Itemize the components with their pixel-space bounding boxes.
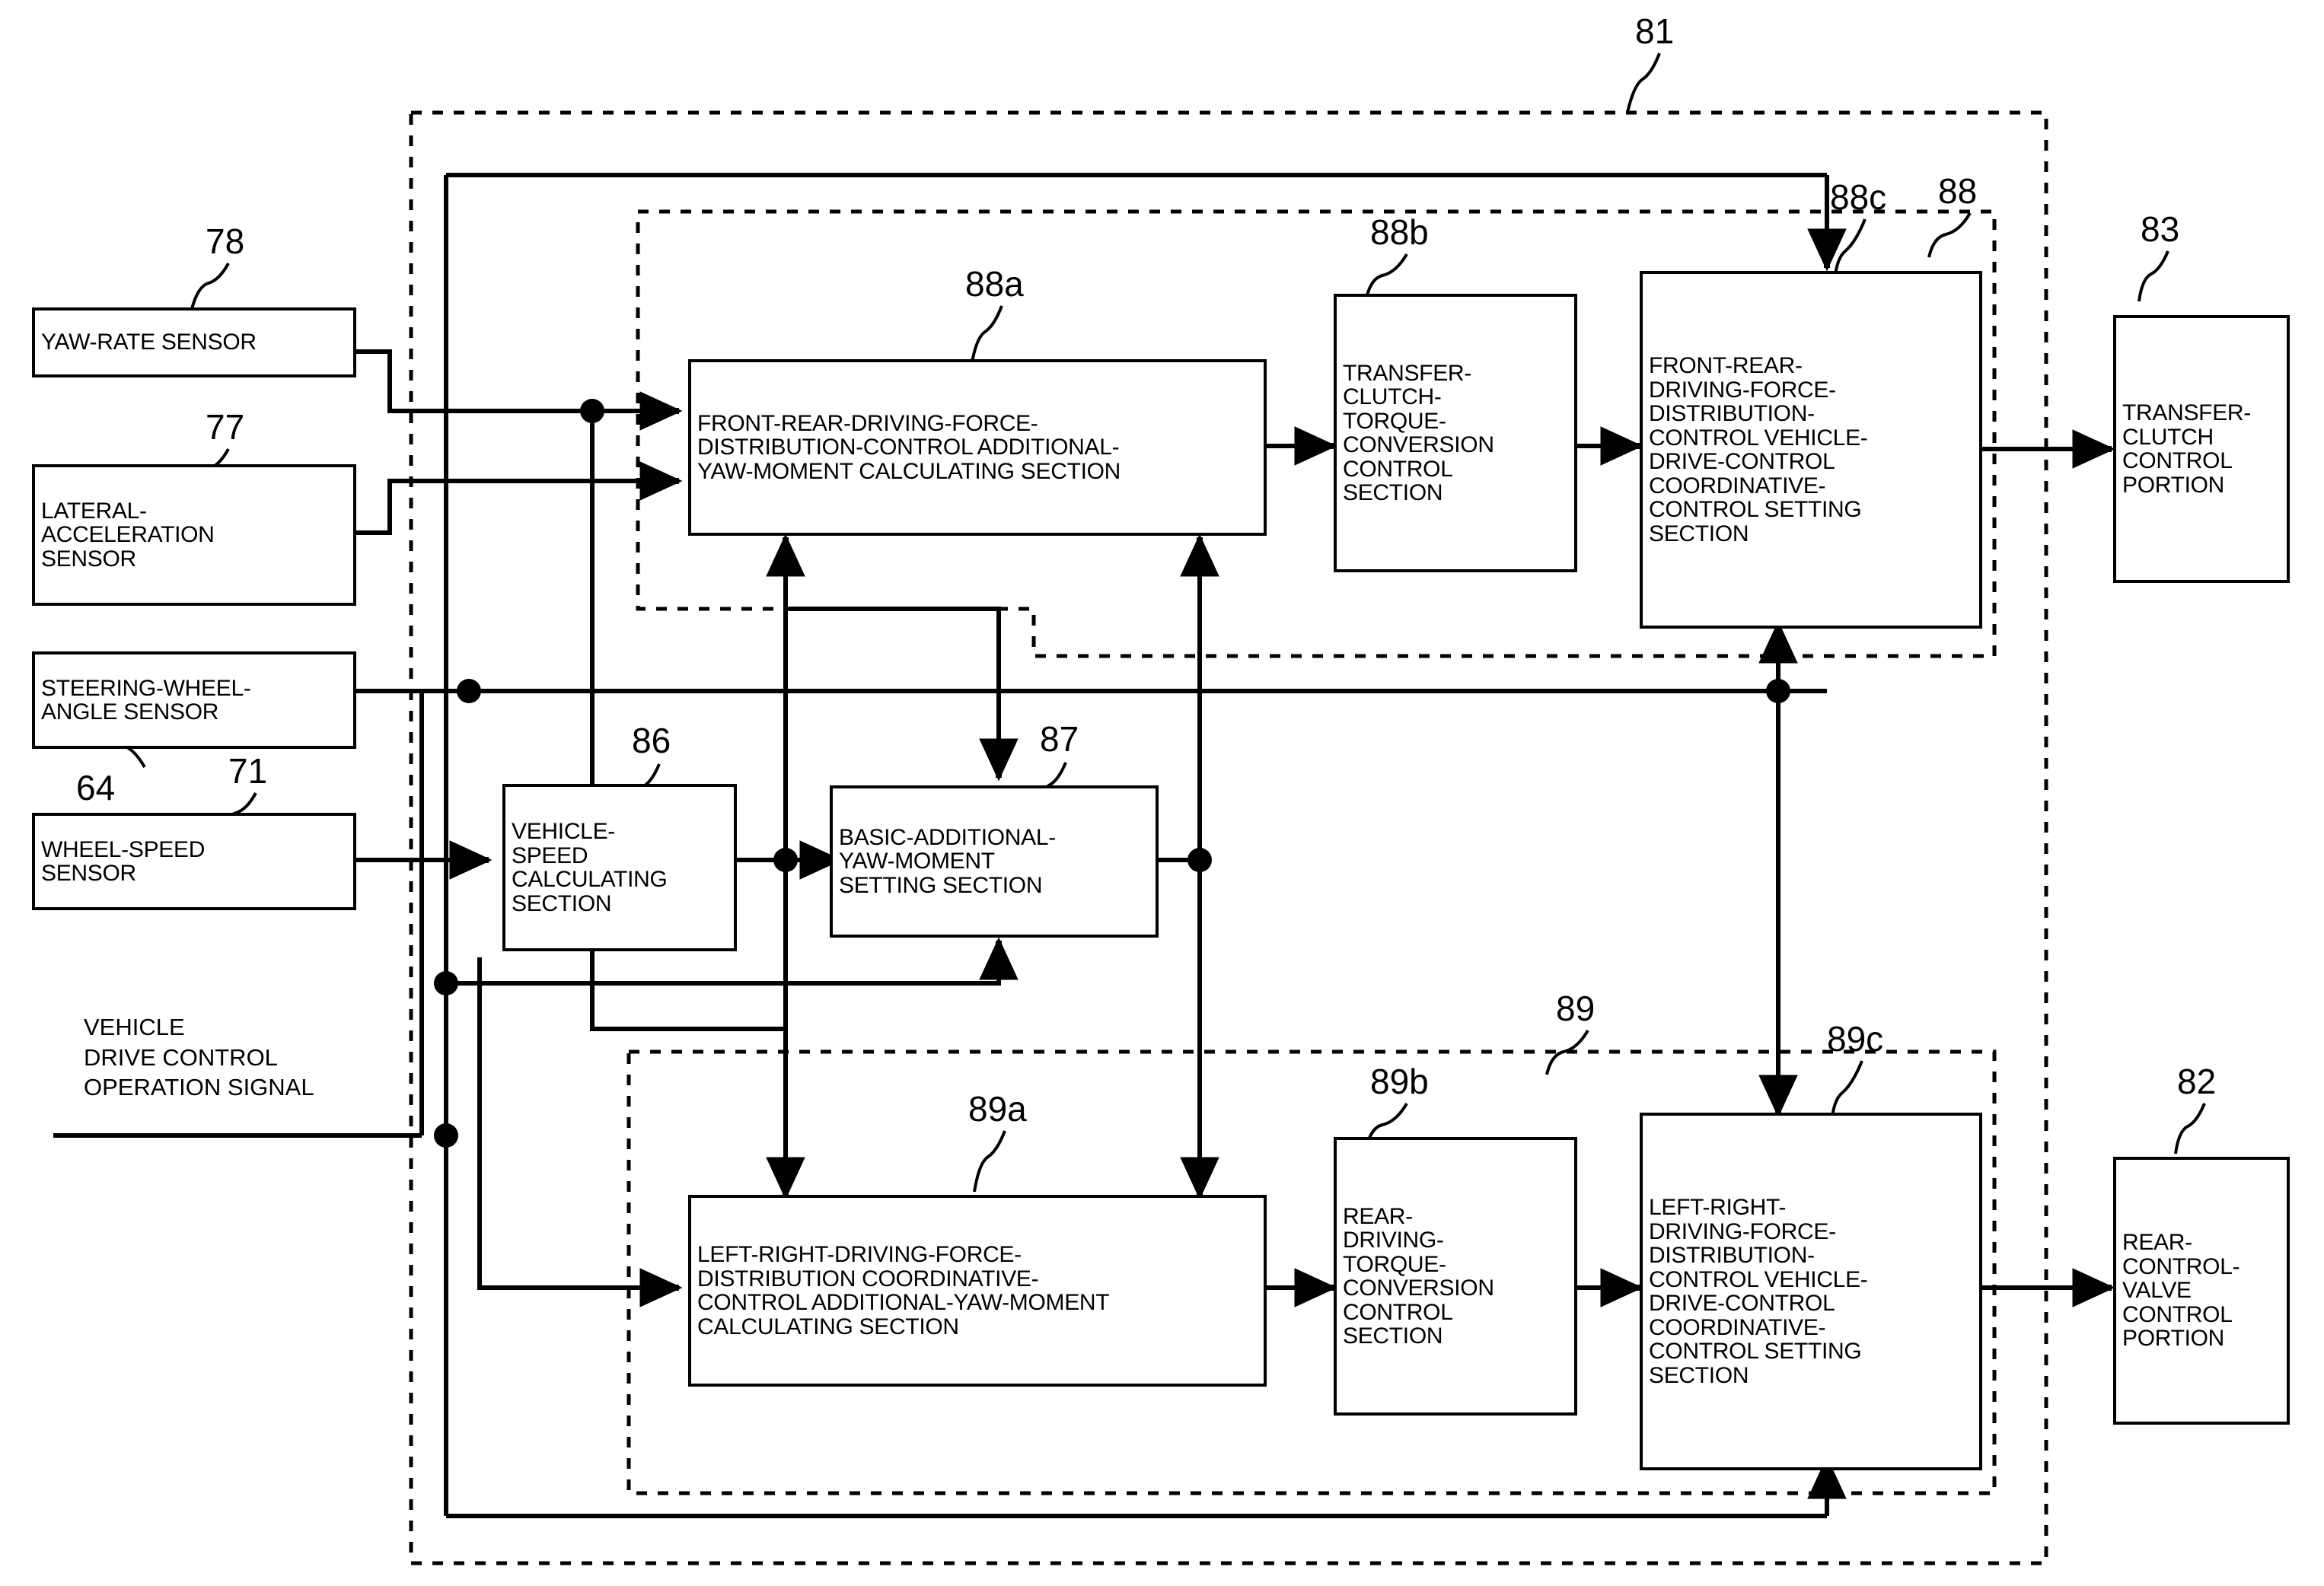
block-label: LEFT-RIGHT-DRIVING-FORCE- DISTRIBUTION C… bbox=[697, 1242, 1110, 1339]
block-front-rear-driving-force-distribution-control-setting-section[interactable]: FRONT-REAR- DRIVING-FORCE- DISTRIBUTION-… bbox=[1640, 271, 1982, 629]
ref-88b: 88b bbox=[1370, 212, 1429, 252]
ref-89b: 89b bbox=[1370, 1062, 1429, 1101]
leader-78 bbox=[190, 263, 230, 310]
junction-dot bbox=[434, 971, 458, 995]
ref-88: 88 bbox=[1938, 171, 1978, 211]
block-label: LEFT-RIGHT- DRIVING-FORCE- DISTRIBUTION-… bbox=[1649, 1195, 1868, 1388]
ref-88c: 88c bbox=[1830, 177, 1887, 217]
block-label: VEHICLE- SPEED CALCULATING SECTION bbox=[512, 819, 668, 916]
wire-lateral-to-88a bbox=[356, 479, 670, 535]
leader-81 bbox=[1626, 53, 1661, 113]
ref-81: 81 bbox=[1635, 11, 1675, 51]
block-label: FRONT-REAR-DRIVING-FORCE- DISTRIBUTION-C… bbox=[697, 410, 1121, 484]
ref-64: 64 bbox=[76, 768, 116, 807]
ref-71: 71 bbox=[228, 751, 268, 791]
block-yaw-rate-sensor[interactable]: YAW-RATE SENSOR bbox=[32, 307, 356, 377]
patent-figure-canvas: YAW-RATE SENSOR LATERAL- ACCELERATION SE… bbox=[0, 0, 2324, 1586]
block-label: BASIC-ADDITIONAL- YAW-MOMENT SETTING SEC… bbox=[839, 824, 1056, 898]
junction-dot bbox=[1766, 679, 1790, 703]
block-left-right-driving-force-distribution-control-setting-section[interactable]: LEFT-RIGHT- DRIVING-FORCE- DISTRIBUTION-… bbox=[1640, 1113, 1982, 1470]
wire-bottom-into-87 bbox=[446, 950, 1001, 986]
block-label: REAR- DRIVING- TORQUE- CONVERSION CONTRO… bbox=[1343, 1203, 1494, 1349]
block-label: WHEEL-SPEED SENSOR bbox=[41, 836, 206, 886]
leader-82 bbox=[2174, 1103, 2206, 1154]
junction-dot bbox=[1188, 848, 1212, 872]
ref-89c: 89c bbox=[1827, 1019, 1884, 1059]
label-vehicle-drive-control-operation-signal: VEHICLE DRIVE CONTROL OPERATION SIGNAL bbox=[84, 1014, 314, 1101]
ref-89a: 89a bbox=[968, 1089, 1027, 1129]
leader-89a bbox=[973, 1130, 1006, 1193]
block-label: FRONT-REAR- DRIVING-FORCE- DISTRIBUTION-… bbox=[1649, 353, 1868, 546]
ref-87: 87 bbox=[1040, 719, 1079, 759]
block-steering-wheel-angle-sensor[interactable]: STEERING-WHEEL- ANGLE SENSOR bbox=[32, 651, 356, 749]
ref-82: 82 bbox=[2177, 1062, 2217, 1101]
block-lateral-acceleration-sensor[interactable]: LATERAL- ACCELERATION SENSOR bbox=[32, 464, 356, 606]
block-vehicle-speed-calculating-section[interactable]: VEHICLE- SPEED CALCULATING SECTION bbox=[502, 784, 737, 951]
leader-88 bbox=[1927, 212, 1972, 258]
block-wheel-speed-sensor[interactable]: WHEEL-SPEED SENSOR bbox=[32, 813, 356, 910]
junction-dot bbox=[434, 1123, 458, 1148]
block-label: YAW-RATE SENSOR bbox=[41, 330, 257, 355]
block-rear-control-valve-control-portion[interactable]: REAR- CONTROL- VALVE CONTROL PORTION bbox=[2113, 1157, 2290, 1425]
block-label: LATERAL- ACCELERATION SENSOR bbox=[41, 498, 215, 572]
ref-89: 89 bbox=[1556, 989, 1596, 1028]
wire-riser-to-89a bbox=[477, 957, 670, 1290]
ref-78: 78 bbox=[206, 221, 245, 261]
ref-86: 86 bbox=[632, 721, 671, 760]
wire-yawrate-to-88a bbox=[356, 349, 670, 413]
junction-dot bbox=[457, 679, 481, 703]
ref-88a: 88a bbox=[965, 264, 1024, 304]
block-basic-additional-yaw-moment-setting-section[interactable]: BASIC-ADDITIONAL- YAW-MOMENT SETTING SEC… bbox=[830, 785, 1159, 938]
ref-83: 83 bbox=[2141, 209, 2180, 249]
block-label: REAR- CONTROL- VALVE CONTROL PORTION bbox=[2122, 1230, 2240, 1352]
block-front-rear-driving-force-distribution-control-calculating-section[interactable]: FRONT-REAR-DRIVING-FORCE- DISTRIBUTION-C… bbox=[688, 359, 1267, 536]
block-left-right-driving-force-distribution-calculating-section[interactable]: LEFT-RIGHT-DRIVING-FORCE- DISTRIBUTION C… bbox=[688, 1195, 1267, 1387]
block-transfer-clutch-torque-conversion-control-section[interactable]: TRANSFER- CLUTCH- TORQUE- CONVERSION CON… bbox=[1334, 294, 1577, 572]
block-rear-driving-torque-conversion-control-section[interactable]: REAR- DRIVING- TORQUE- CONVERSION CONTRO… bbox=[1334, 1137, 1577, 1416]
junction-dot bbox=[773, 848, 798, 872]
junction-dot bbox=[580, 399, 604, 423]
block-transfer-clutch-control-portion[interactable]: TRANSFER- CLUTCH CONTROL PORTION bbox=[2113, 315, 2290, 583]
block-label: TRANSFER- CLUTCH CONTROL PORTION bbox=[2122, 400, 2251, 498]
leader-88a bbox=[970, 305, 1003, 368]
leader-83 bbox=[2138, 250, 2169, 302]
block-label: STEERING-WHEEL- ANGLE SENSOR bbox=[41, 675, 251, 725]
ref-77: 77 bbox=[206, 407, 245, 447]
block-label: TRANSFER- CLUTCH- TORQUE- CONVERSION CON… bbox=[1343, 360, 1494, 505]
